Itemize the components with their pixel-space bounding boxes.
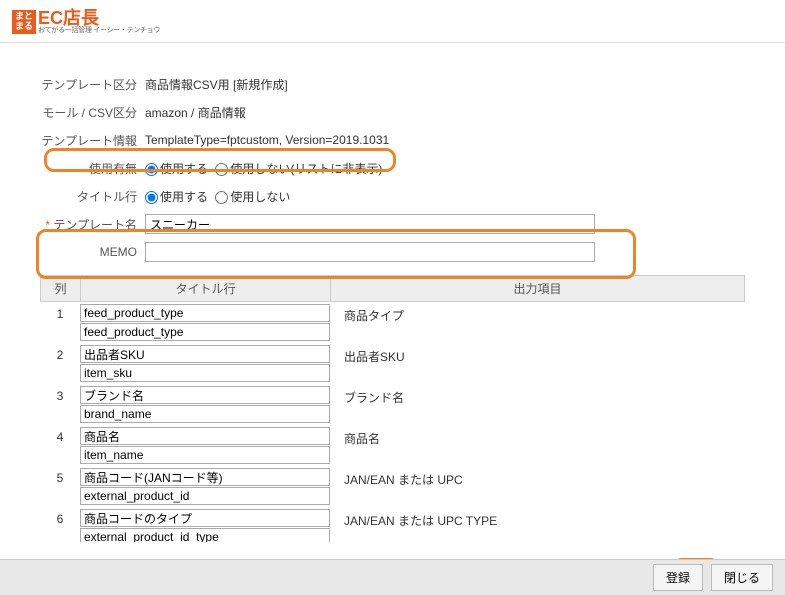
logo-sub: おてがる一括管理 イーシー・テンチョウ bbox=[38, 27, 160, 34]
content: テンプレート区分 商品情報CSV用 [新規作成] モール / CSV区分 ama… bbox=[0, 43, 785, 542]
row-output: 出品者SKU bbox=[330, 345, 745, 365]
title-row-1-input[interactable] bbox=[80, 427, 330, 445]
row-num: 5 bbox=[40, 468, 80, 485]
row-mall-csv: モール / CSV区分 amazon / 商品情報 bbox=[40, 101, 745, 123]
title-row-radios: 使用する 使用しない bbox=[145, 188, 294, 205]
memo-input[interactable] bbox=[145, 242, 595, 262]
title-row-1-input[interactable] bbox=[80, 304, 330, 322]
row-output: 商品名 bbox=[330, 427, 745, 447]
row-num: 4 bbox=[40, 427, 80, 444]
title-row-label: タイトル行 bbox=[40, 188, 145, 205]
title-row-2-input[interactable] bbox=[80, 364, 330, 382]
title-row-opt2-text: 使用しない bbox=[230, 190, 290, 204]
table-body: 1 商品タイプ 2 出品者SKU 3 ブランド名 4 商品名 5 JAN/EAN または UPC 6… bbox=[40, 302, 745, 542]
logo-ec: EC bbox=[38, 8, 63, 28]
title-row-1-input[interactable] bbox=[80, 345, 330, 363]
register-button[interactable]: 登録 bbox=[653, 564, 703, 591]
table-row: 2 出品者SKU bbox=[40, 343, 745, 384]
title-row-2-input[interactable] bbox=[80, 405, 330, 423]
row-title-cell bbox=[80, 427, 330, 464]
use-flag-opt2-text: 使用しない(リストに非表示) bbox=[230, 162, 382, 176]
title-row-1-input[interactable] bbox=[80, 509, 330, 527]
use-flag-label: 使用有無 bbox=[40, 160, 145, 177]
template-kubun-value: 商品情報CSV用 [新規作成] bbox=[145, 76, 288, 93]
logo-badge: まと まる bbox=[12, 10, 36, 34]
table-row: 4 商品名 bbox=[40, 425, 745, 466]
title-row-opt1-text: 使用する bbox=[160, 190, 208, 204]
close-button[interactable]: 閉じる bbox=[711, 564, 773, 591]
row-output: JAN/EAN または UPC bbox=[330, 468, 745, 488]
logo: まと まる EC店長 おてがる一括管理 イーシー・テンチョウ bbox=[12, 9, 160, 34]
use-flag-opt2-label[interactable]: 使用しない(リストに非表示) bbox=[215, 162, 382, 176]
title-row-2-input[interactable] bbox=[80, 323, 330, 341]
use-flag-radio-2[interactable] bbox=[215, 163, 228, 176]
row-output: 商品タイプ bbox=[330, 304, 745, 324]
row-use-flag: 使用有無 使用する 使用しない(リストに非表示) bbox=[40, 157, 745, 179]
row-title-cell bbox=[80, 304, 330, 341]
row-num: 3 bbox=[40, 386, 80, 403]
row-output: JAN/EAN または UPC TYPE bbox=[330, 509, 745, 529]
th-title: タイトル行 bbox=[81, 276, 331, 301]
row-memo: MEMO bbox=[40, 241, 745, 263]
use-flag-opt1-label[interactable]: 使用する bbox=[145, 162, 208, 176]
row-title-cell bbox=[80, 345, 330, 382]
title-row-1-input[interactable] bbox=[80, 468, 330, 486]
header: まと まる EC店長 おてがる一括管理 イーシー・テンチョウ bbox=[0, 0, 785, 43]
th-output: 出力項目 bbox=[331, 276, 744, 301]
row-title-row: タイトル行 使用する 使用しない bbox=[40, 185, 745, 207]
row-title-cell bbox=[80, 386, 330, 423]
title-row-opt1-label[interactable]: 使用する bbox=[145, 190, 208, 204]
table-header: 列 タイトル行 出力項目 bbox=[40, 275, 745, 302]
template-name-input[interactable] bbox=[145, 214, 595, 234]
use-flag-radios: 使用する 使用しない(リストに非表示) bbox=[145, 160, 386, 177]
template-info-label: テンプレート情報 bbox=[40, 132, 145, 149]
title-row-opt2-label[interactable]: 使用しない bbox=[215, 190, 290, 204]
logo-tencho: 店長 bbox=[63, 8, 99, 28]
table-row: 3 ブランド名 bbox=[40, 384, 745, 425]
footer: 登録 閉じる bbox=[0, 559, 785, 595]
template-name-label: テンプレート名 bbox=[40, 216, 145, 233]
row-num: 2 bbox=[40, 345, 80, 362]
memo-label: MEMO bbox=[40, 245, 145, 259]
row-template-name: テンプレート名 bbox=[40, 213, 745, 235]
row-num: 1 bbox=[40, 304, 80, 321]
use-flag-radio-1[interactable] bbox=[145, 163, 158, 176]
row-template-kubun: テンプレート区分 商品情報CSV用 [新規作成] bbox=[40, 73, 745, 95]
table-row: 1 商品タイプ bbox=[40, 302, 745, 343]
use-flag-opt1-text: 使用する bbox=[160, 162, 208, 176]
table-area: 列 タイトル行 出力項目 1 商品タイプ 2 出品者SKU 3 ブランド名 4 商品名 5 JAN… bbox=[40, 275, 745, 542]
template-info-value: TemplateType=fptcustom, Version=2019.103… bbox=[145, 133, 389, 147]
row-num: 6 bbox=[40, 509, 80, 526]
logo-badge-line2: まる bbox=[15, 21, 33, 31]
row-title-cell bbox=[80, 509, 330, 542]
title-row-radio-2[interactable] bbox=[215, 191, 228, 204]
title-row-radio-1[interactable] bbox=[145, 191, 158, 204]
title-row-2-input[interactable] bbox=[80, 446, 330, 464]
mall-csv-label: モール / CSV区分 bbox=[40, 104, 145, 121]
logo-text: EC店長 おてがる一括管理 イーシー・テンチョウ bbox=[38, 9, 160, 34]
title-row-1-input[interactable] bbox=[80, 386, 330, 404]
logo-main: EC店長 bbox=[38, 9, 160, 27]
title-row-2-input[interactable] bbox=[80, 487, 330, 505]
template-kubun-label: テンプレート区分 bbox=[40, 76, 145, 93]
row-output: ブランド名 bbox=[330, 386, 745, 406]
mall-csv-value: amazon / 商品情報 bbox=[145, 104, 246, 121]
table-row: 5 JAN/EAN または UPC bbox=[40, 466, 745, 507]
table-row: 6 JAN/EAN または UPC TYPE bbox=[40, 507, 745, 542]
row-title-cell bbox=[80, 468, 330, 505]
logo-badge-line1: まと bbox=[15, 11, 33, 21]
row-template-info: テンプレート情報 TemplateType=fptcustom, Version… bbox=[40, 129, 745, 151]
th-col: 列 bbox=[41, 276, 81, 301]
title-row-2-input[interactable] bbox=[80, 528, 330, 542]
